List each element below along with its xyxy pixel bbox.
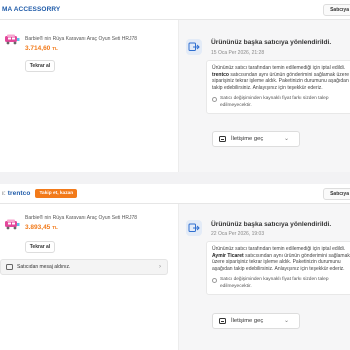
notice-body: Ürününüz satıcı tarafından temin edileme… bbox=[212, 65, 350, 91]
reroute-icon bbox=[186, 220, 202, 236]
chat-icon bbox=[219, 318, 226, 324]
order-header: ı: trentco Takip et, kazan Satıcıya bbox=[0, 184, 350, 204]
product-image[interactable] bbox=[4, 218, 20, 230]
buy-again-button[interactable]: Tekrar al bbox=[25, 241, 55, 253]
product-name[interactable]: Barbie® nin Rüya Karavanı Araç Oyun Seti… bbox=[25, 215, 137, 221]
notice-message-box: Ürününüz satıcı tarafından temin edileme… bbox=[206, 60, 350, 114]
notice-date: 22 Oca Per 2026, 19:03 bbox=[211, 231, 265, 237]
notice-message-box: Ürününüz satıcı tarafından temin edileme… bbox=[206, 241, 350, 295]
seller-change-notice: Ürününüz başka satıcıya yönlendirildi. 2… bbox=[179, 204, 350, 350]
price-note: Satıcı değişiminden kaynaklı fiyat farkı… bbox=[212, 277, 350, 290]
seller-button[interactable]: Satıcıya bbox=[323, 188, 350, 200]
seller-button[interactable]: Satıcıya bbox=[323, 4, 350, 16]
order-item-card: Barbie® nin Rüya Karavanı Araç Oyun Seti… bbox=[0, 20, 178, 172]
seller-message-bar[interactable]: Satıcıdan mesaj aldınız. › bbox=[0, 259, 168, 275]
notice-date: 15 Oca Per 2026, 21:28 bbox=[211, 50, 265, 56]
seller-link[interactable]: ı: trentco bbox=[2, 190, 30, 197]
notice-title: Ürününüz başka satıcıya yönlendirildi. bbox=[211, 221, 332, 228]
new-seller-name: Aymir Ticaret bbox=[212, 252, 244, 259]
seller-change-notice: Ürününüz başka satıcıya yönlendirildi. 1… bbox=[179, 20, 350, 172]
contact-button[interactable]: İletişime geç ⌄ bbox=[212, 131, 300, 147]
seller-link[interactable]: MA ACCESSORRY bbox=[2, 6, 60, 13]
chevron-right-icon: › bbox=[159, 264, 161, 270]
order-item-card: Barbie® nin Rüya Karavanı Araç Oyun Seti… bbox=[0, 204, 178, 350]
buy-again-button[interactable]: Tekrar al bbox=[25, 60, 55, 72]
reroute-icon bbox=[186, 39, 202, 55]
chat-icon bbox=[219, 136, 226, 142]
notice-title: Ürününüz başka satıcıya yönlendirildi. bbox=[211, 39, 332, 46]
chevron-down-icon: ⌄ bbox=[283, 136, 289, 142]
message-icon bbox=[6, 264, 13, 270]
product-price: 3.893,45 TL bbox=[25, 224, 58, 231]
chevron-down-icon: ⌄ bbox=[283, 318, 289, 324]
price-note: Satıcı değişiminden kaynaklı fiyat farkı… bbox=[212, 96, 350, 109]
follow-badge[interactable]: Takip et, kazan bbox=[35, 189, 78, 198]
product-price: 3.714,60 TL bbox=[25, 45, 58, 52]
product-name[interactable]: Barbie® nin Rüya Karavanı Araç Oyun Seti… bbox=[25, 36, 137, 42]
product-image[interactable] bbox=[4, 33, 20, 45]
new-seller-name: trentco bbox=[212, 71, 229, 78]
contact-button[interactable]: İletişime geç ⌄ bbox=[212, 313, 300, 329]
info-icon bbox=[212, 278, 217, 284]
notice-body: Ürününüz satıcı tarafından temin edileme… bbox=[212, 246, 350, 272]
info-icon bbox=[212, 97, 217, 103]
order-header: MA ACCESSORRY Satıcıya bbox=[0, 0, 350, 20]
